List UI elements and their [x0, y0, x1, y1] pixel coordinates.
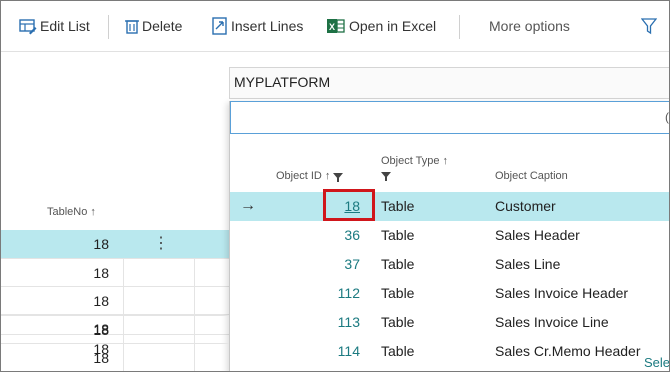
cell-divider	[194, 259, 195, 287]
delete-button[interactable]: Delete	[142, 15, 182, 37]
table-row[interactable]: 18	[1, 286, 229, 315]
tableno-cell: 18	[93, 322, 109, 338]
edit-list-button[interactable]: Edit List	[40, 15, 90, 37]
table-row[interactable]: 18 ⋮	[1, 230, 229, 258]
cell-divider	[123, 287, 124, 315]
cell-divider	[123, 259, 124, 287]
insert-lines-icon	[212, 17, 227, 35]
table-row[interactable]: 37 Table Sales Line	[230, 250, 669, 279]
table-row[interactable]: 18	[1, 343, 229, 371]
column-header-tableno[interactable]: TableNo ↑	[47, 206, 96, 218]
object-lookup-dropdown: ( Object ID ↑ Object Type ↑ Object Capti…	[229, 101, 669, 371]
toolbar-divider	[459, 15, 460, 39]
table-row[interactable]: 18	[1, 315, 229, 344]
lookup-value-text: MYPLATFORM	[234, 74, 331, 90]
svg-text:X: X	[329, 22, 335, 32]
cell-divider	[123, 316, 124, 344]
object-type-cell: Table	[381, 256, 415, 272]
tableno-cell: 18	[93, 350, 109, 366]
excel-icon: X	[327, 19, 345, 33]
object-type-cell: Table	[381, 285, 415, 301]
object-id-cell[interactable]: 112	[230, 279, 360, 308]
more-options-button[interactable]: More options	[489, 15, 570, 37]
object-caption-cell: Sales Cr.Memo Header	[495, 343, 641, 357]
object-caption-cell: Sales Invoice Line	[495, 314, 609, 330]
object-type-cell: Table	[381, 314, 415, 330]
lookup-rows: → 18 Table Customer 36 Table Sales Heade…	[230, 101, 669, 357]
action-bar: Edit List Delete Insert Lines X Open in …	[1, 1, 669, 52]
object-caption-cell: Sales Line	[495, 256, 561, 272]
object-caption-cell: Customer	[495, 198, 556, 214]
table-row[interactable]: 112 Table Sales Invoice Header	[230, 279, 669, 308]
lookup-value-field[interactable]: MYPLATFORM	[229, 67, 669, 99]
left-lines-tail: 18 18	[1, 315, 229, 371]
cell-divider	[194, 287, 195, 315]
object-type-cell: Table	[381, 227, 415, 243]
object-caption-cell: Sales Header	[495, 227, 580, 243]
open-in-excel-button[interactable]: Open in Excel	[349, 15, 436, 37]
object-id-cell[interactable]: 114	[230, 337, 360, 357]
object-id-cell[interactable]: 113	[230, 308, 360, 337]
window: Edit List Delete Insert Lines X Open in …	[0, 0, 670, 372]
tableno-cell: 18	[93, 236, 109, 252]
table-row[interactable]: 114 Table Sales Cr.Memo Header	[230, 337, 669, 357]
tableno-cell: 18	[93, 293, 109, 309]
highlight-box	[323, 189, 375, 221]
table-row[interactable]: 18	[1, 258, 229, 287]
table-row[interactable]: → 18 Table Customer	[230, 189, 669, 221]
row-menu-icon[interactable]: ⋮	[153, 230, 169, 258]
trash-icon	[125, 20, 139, 34]
object-type-cell: Table	[381, 343, 415, 357]
edit-list-icon	[19, 19, 37, 35]
filter-icon[interactable]	[641, 17, 657, 35]
toolbar-divider	[108, 15, 109, 39]
object-caption-cell: Sales Invoice Header	[495, 285, 629, 301]
object-type-cell: Table	[381, 198, 415, 214]
object-id-cell[interactable]: 36	[230, 221, 360, 250]
table-row[interactable]: 113 Table Sales Invoice Line	[230, 308, 669, 337]
cell-divider	[123, 344, 124, 371]
object-id-cell[interactable]: 37	[230, 250, 360, 279]
tableno-cell: 18	[93, 265, 109, 281]
insert-lines-button[interactable]: Insert Lines	[231, 15, 303, 37]
table-row[interactable]: 36 Table Sales Header	[230, 221, 669, 250]
cell-divider	[194, 344, 195, 371]
cell-divider	[194, 316, 195, 344]
select-link[interactable]: Sele	[644, 355, 669, 370]
